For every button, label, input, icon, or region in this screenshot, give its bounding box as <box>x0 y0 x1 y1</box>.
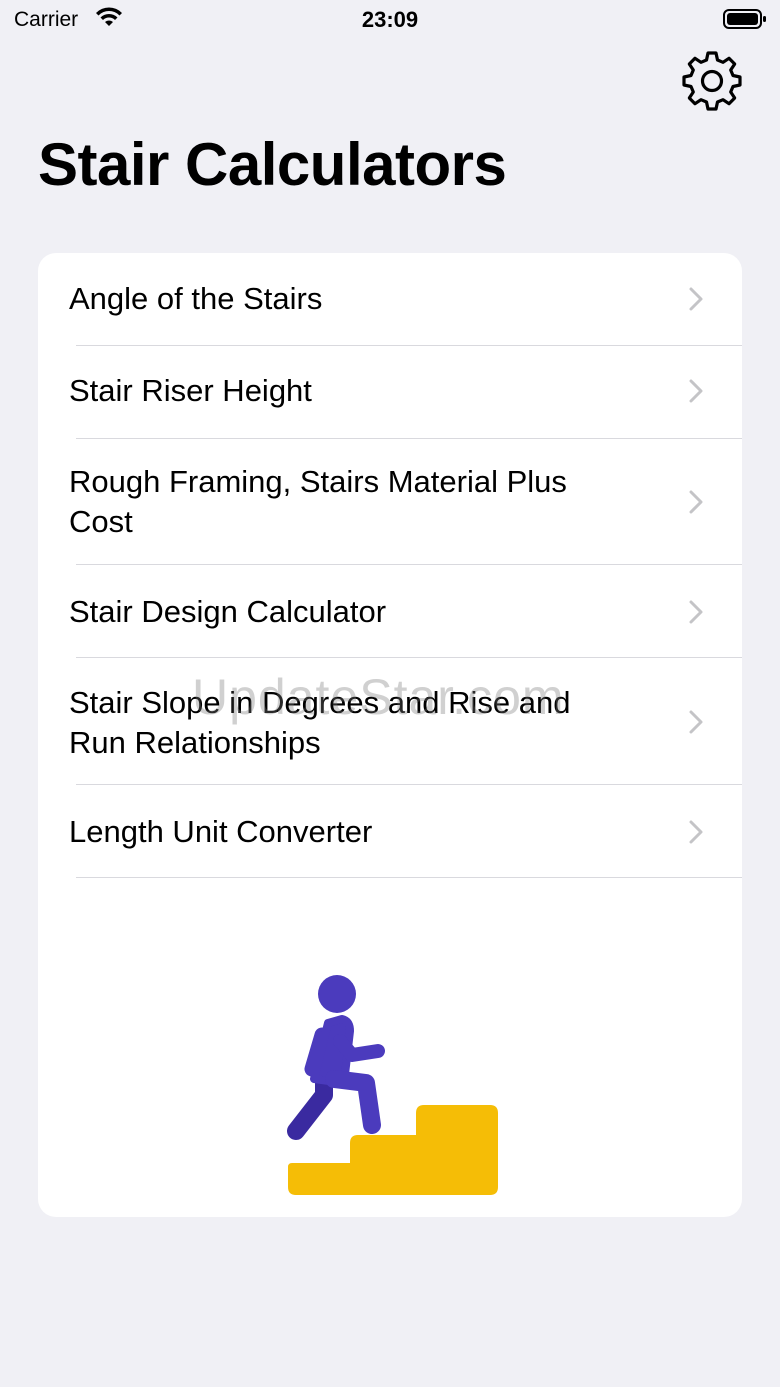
row-separator <box>76 877 742 878</box>
person-climbing-stairs-icon <box>287 975 498 1195</box>
status-bar: Carrier 23:09 <box>0 0 780 40</box>
chevron-right-icon <box>689 600 703 624</box>
menu-item-label: Stair Riser Height <box>69 373 312 408</box>
chevron-right-icon <box>689 490 703 514</box>
menu-item-label: Length Unit Converter <box>69 814 373 849</box>
chevron-right-icon <box>689 287 703 311</box>
menu-item-stair-riser-height[interactable]: Stair Riser Height <box>38 346 742 438</box>
menu-item-stair-slope[interactable]: Stair Slope in Degrees and Rise and Run … <box>38 658 742 784</box>
menu-item-angle-of-stairs[interactable]: Angle of the Stairs <box>38 253 742 345</box>
menu-item-label: Stair Slope in Degrees and Rise and Run … <box>69 685 571 760</box>
chevron-right-icon <box>689 379 703 403</box>
menu-item-rough-framing[interactable]: Rough Framing, Stairs Material Plus Cost <box>38 439 742 565</box>
menu-item-stair-design-calculator[interactable]: Stair Design Calculator <box>38 565 742 657</box>
battery-icon <box>723 9 766 29</box>
page-title: Stair Calculators <box>38 131 507 198</box>
menu-item-label: Stair Design Calculator <box>69 594 387 629</box>
menu-item-label: Rough Framing, Stairs Material Plus Cost <box>69 464 567 539</box>
status-time: 23:09 <box>361 7 419 32</box>
menu-item-label: Angle of the Stairs <box>69 281 323 316</box>
menu-item-length-unit-converter[interactable]: Length Unit Converter <box>38 785 742 877</box>
settings-button[interactable] <box>680 48 744 112</box>
chevron-right-icon <box>689 820 703 844</box>
chevron-right-icon <box>689 710 703 734</box>
gear-icon <box>682 51 742 111</box>
